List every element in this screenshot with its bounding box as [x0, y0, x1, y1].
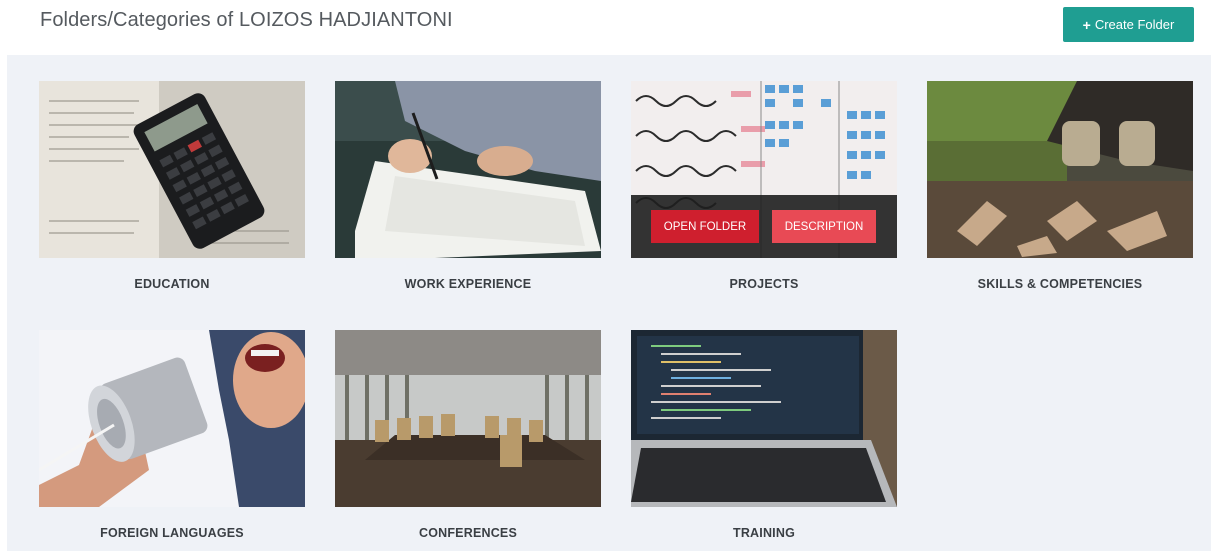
folder-card-projects[interactable]: OPEN FOLDER DESCRIPTION PROJECTS: [631, 81, 897, 291]
skills-competencies-image: [927, 81, 1193, 258]
folder-thumbnail[interactable]: [335, 81, 601, 258]
plus-icon: +: [1082, 16, 1091, 33]
folder-hover-overlay: OPEN FOLDER DESCRIPTION: [631, 195, 897, 258]
folder-thumbnail[interactable]: OPEN FOLDER DESCRIPTION: [631, 81, 897, 258]
folder-thumbnail[interactable]: [631, 330, 897, 507]
page-header: Folders/Categories of LOIZOS HADJIANTONI…: [0, 0, 1211, 55]
folder-label[interactable]: WORK EXPERIENCE: [335, 277, 601, 291]
folder-label[interactable]: PROJECTS: [631, 277, 897, 291]
folder-card-training[interactable]: TRAINING: [631, 330, 897, 540]
folder-thumbnail[interactable]: [39, 330, 305, 507]
folder-label[interactable]: TRAINING: [631, 526, 897, 540]
description-button[interactable]: DESCRIPTION: [772, 210, 876, 243]
create-folder-button[interactable]: + Create Folder: [1063, 7, 1194, 42]
work-experience-image: [335, 81, 601, 258]
folder-card-skills-competencies[interactable]: SKILLS & COMPETENCIES: [927, 81, 1193, 291]
folder-card-conferences[interactable]: CONFERENCES: [335, 330, 601, 540]
folder-label[interactable]: EDUCATION: [39, 277, 305, 291]
education-image: [39, 81, 305, 258]
training-image: [631, 330, 897, 507]
folder-thumbnail[interactable]: [335, 330, 601, 507]
create-folder-label: Create Folder: [1094, 17, 1175, 32]
foreign-languages-image: [39, 330, 305, 507]
folder-thumbnail[interactable]: [39, 81, 305, 258]
folder-thumbnail[interactable]: [927, 81, 1193, 258]
folders-panel: EDUCATION WORK EXPERIENCE OPEN FOLDER DE…: [7, 55, 1211, 551]
page-title: Folders/Categories of LOIZOS HADJIANTONI: [40, 9, 453, 31]
folder-label[interactable]: FOREIGN LANGUAGES: [39, 526, 305, 540]
folder-card-education[interactable]: EDUCATION: [39, 81, 305, 291]
folder-label[interactable]: CONFERENCES: [335, 526, 601, 540]
folder-card-work-experience[interactable]: WORK EXPERIENCE: [335, 81, 601, 291]
folder-label[interactable]: SKILLS & COMPETENCIES: [927, 277, 1193, 291]
open-folder-button[interactable]: OPEN FOLDER: [651, 210, 759, 243]
conferences-image: [335, 330, 601, 507]
folder-card-foreign-languages[interactable]: FOREIGN LANGUAGES: [39, 330, 305, 540]
